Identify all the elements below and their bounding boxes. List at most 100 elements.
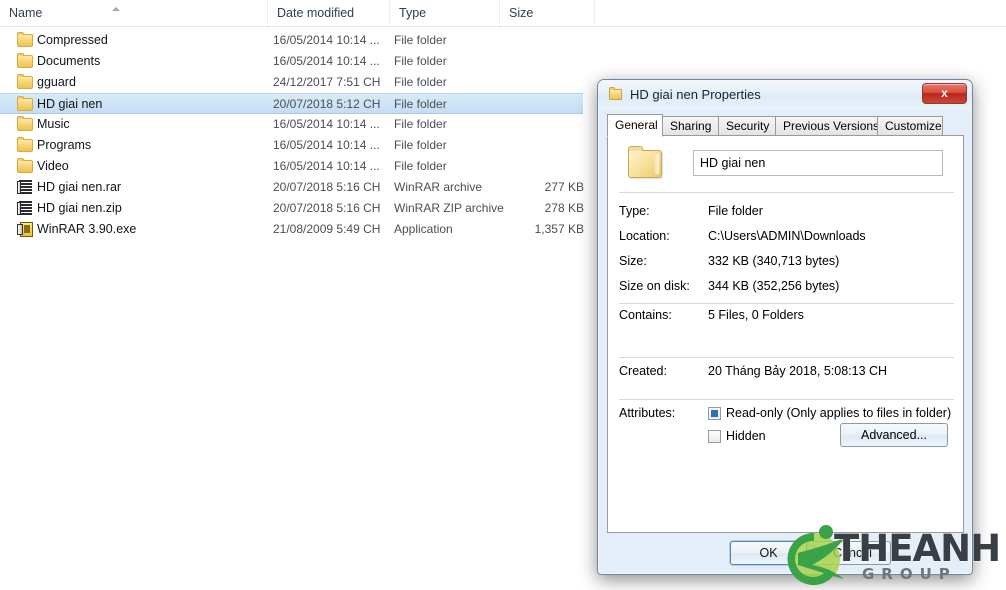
column-header-type[interactable]: Type (390, 0, 500, 26)
divider-4 (619, 399, 954, 400)
file-type: File folder (394, 33, 447, 47)
archive-icon (17, 201, 33, 216)
property-value-created: 20 Tháng Bảy 2018, 5:08:13 CH (708, 364, 888, 378)
column-header-row: Name Date modified Type Size (0, 0, 1006, 27)
readonly-checkbox[interactable] (708, 407, 721, 420)
property-label-size: Size: (619, 254, 647, 268)
file-date-modified: 16/05/2014 10:14 ... (273, 33, 380, 47)
property-row-type: Type: File folder (608, 204, 963, 221)
folder-icon (17, 116, 33, 131)
column-header-name-label: Name (9, 6, 43, 20)
folder-icon (17, 74, 33, 89)
folder-icon (17, 137, 33, 152)
tab-strip: General Sharing Security Previous Versions C… (607, 114, 964, 137)
property-row-contains: Contains: 5 Files, 0 Folders (608, 308, 963, 325)
divider-3 (619, 357, 954, 358)
property-label-created: Created: (619, 364, 667, 378)
column-header-size-label: Size (509, 6, 534, 20)
property-row-size: Size: 332 KB (340,713 bytes) (608, 254, 963, 271)
tab-previous-versions[interactable]: Previous Versions (775, 116, 879, 136)
file-name: Programs (37, 138, 92, 152)
column-header-filler (595, 0, 1006, 26)
ok-button[interactable]: OK (730, 541, 807, 565)
exe-icon (17, 222, 33, 237)
file-row[interactable]: Documents 16/05/2014 10:14 ... File folder (0, 51, 1006, 72)
file-type: File folder (394, 138, 447, 152)
divider-2 (619, 303, 954, 304)
column-header-type-label: Type (399, 6, 427, 20)
file-name: HD giai nen (37, 97, 103, 111)
file-date-modified: 20/07/2018 5:16 CH (273, 201, 381, 215)
property-label-type: Type: (619, 204, 650, 218)
file-type: WinRAR ZIP archive (394, 201, 504, 215)
file-row[interactable]: Compressed 16/05/2014 10:14 ... File folde… (0, 30, 1006, 51)
tab-sharing[interactable]: Sharing (662, 116, 719, 136)
file-row[interactable]: HD giai nen 20/07/2018 5:12 CH File folder (0, 93, 583, 114)
file-type: Application (394, 222, 453, 236)
file-name: Compressed (37, 33, 108, 47)
cancel-button[interactable]: Cancel (814, 541, 891, 565)
dialog-title-bar[interactable]: HD giai nen Properties x (598, 80, 972, 110)
folder-icon (17, 53, 33, 68)
column-header-date-modified[interactable]: Date modified (268, 0, 390, 26)
hidden-checkbox-label: Hidden (726, 429, 766, 443)
file-date-modified: 16/05/2014 10:14 ... (273, 117, 380, 131)
file-date-modified: 16/05/2014 10:14 ... (273, 138, 380, 152)
file-name: WinRAR 3.90.exe (37, 222, 137, 236)
folder-icon (609, 87, 622, 100)
hidden-checkbox[interactable] (708, 430, 721, 443)
archive-icon (17, 180, 33, 195)
file-type: File folder (394, 159, 447, 173)
tab-customize[interactable]: Customize (877, 116, 943, 136)
property-value-location: C:\Users\ADMIN\Downloads (708, 229, 866, 243)
file-size: 277 KB (544, 180, 584, 194)
file-name: HD giai nen.rar (37, 180, 122, 194)
file-type: File folder (394, 54, 447, 68)
file-name: Documents (37, 54, 101, 68)
property-row-location: Location: C:\Users\ADMIN\Downloads (608, 229, 963, 246)
tab-panel-general: Type: File folder Location: C:\Users\ADM… (607, 135, 964, 533)
file-name: gguard (37, 75, 76, 89)
folder-icon (17, 32, 33, 47)
property-value-size-on-disk: 344 KB (352,256 bytes) (708, 279, 840, 293)
property-label-attributes: Attributes: (619, 406, 676, 420)
advanced-button[interactable]: Advanced... (840, 423, 948, 447)
property-value-contains: 5 Files, 0 Folders (708, 308, 804, 322)
property-label-location: Location: (619, 229, 670, 243)
file-type: File folder (394, 75, 447, 89)
dialog-body: General Sharing Security Previous Versions C… (607, 114, 964, 566)
file-type: File folder (394, 117, 447, 131)
close-icon[interactable]: x (922, 83, 967, 104)
file-date-modified: 24/12/2017 7:51 CH (273, 75, 381, 89)
column-header-size[interactable]: Size (500, 0, 595, 26)
file-name: HD giai nen.zip (37, 201, 122, 215)
property-row-size-on-disk: Size on disk: 344 KB (352,256 bytes) (608, 279, 963, 296)
sort-ascending-icon (112, 7, 120, 11)
folder-properties-dialog: HD giai nen Properties x General Sharing S… (597, 79, 973, 575)
file-type: File folder (394, 97, 447, 111)
folder-name-input[interactable] (693, 150, 943, 176)
file-date-modified: 20/07/2018 5:12 CH (273, 97, 381, 111)
column-header-date-label: Date modified (277, 6, 355, 20)
file-date-modified: 21/08/2009 5:49 CH (273, 222, 381, 236)
property-row-created: Created: 20 Tháng Bảy 2018, 5:08:13 CH (608, 364, 963, 381)
file-date-modified: 16/05/2014 10:14 ... (273, 54, 380, 68)
file-name: Video (37, 159, 69, 173)
folder-icon (17, 96, 33, 111)
tab-security[interactable]: Security (718, 116, 776, 136)
readonly-checkbox-label: Read-only (Only applies to files in fold… (726, 406, 952, 420)
file-type: WinRAR archive (394, 180, 483, 194)
file-date-modified: 20/07/2018 5:16 CH (273, 180, 381, 194)
divider-1 (619, 192, 954, 193)
property-label-contains: Contains: (619, 308, 672, 322)
folder-icon (17, 158, 33, 173)
property-value-type: File folder (708, 204, 763, 218)
property-value-size: 332 KB (340,713 bytes) (708, 254, 840, 268)
tab-general[interactable]: General (607, 114, 663, 137)
column-header-name[interactable]: Name (0, 0, 268, 26)
file-size: 1,357 KB (534, 222, 584, 236)
folder-icon-large (628, 146, 662, 178)
property-label-size-on-disk: Size on disk: (619, 279, 690, 293)
dialog-title: HD giai nen Properties (630, 87, 761, 102)
file-size: 278 KB (544, 201, 584, 215)
